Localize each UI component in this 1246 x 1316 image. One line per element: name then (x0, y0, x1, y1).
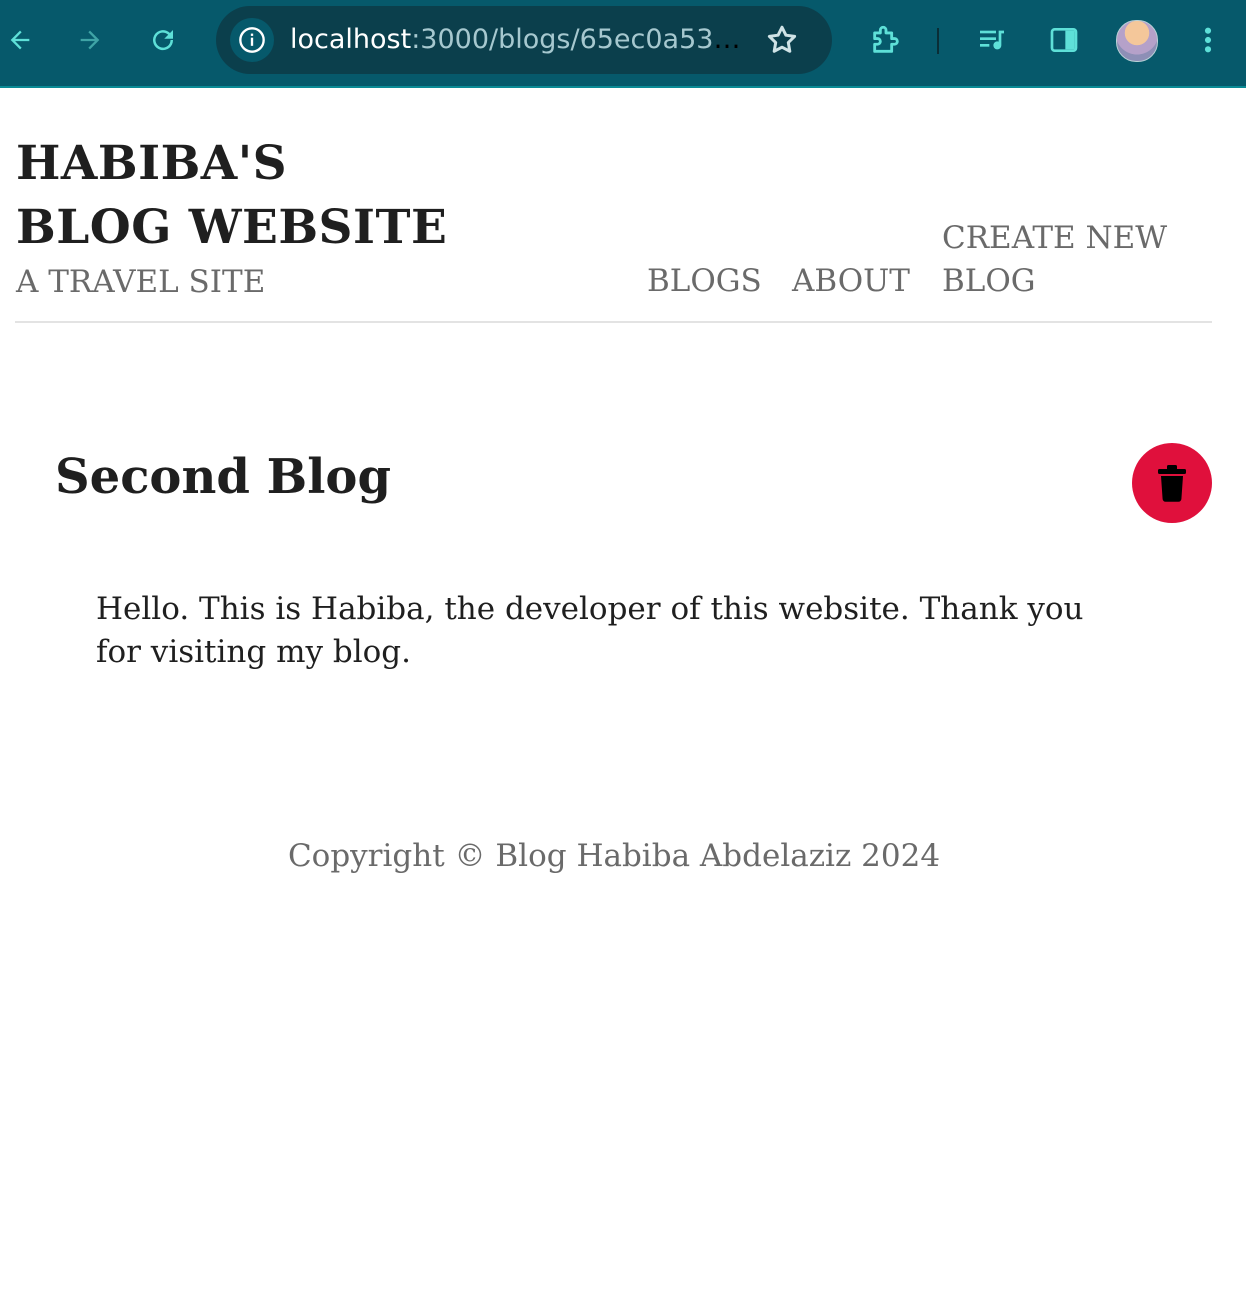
forward-icon[interactable] (70, 20, 110, 60)
back-icon[interactable] (0, 20, 40, 60)
nav-link-about[interactable]: ABOUT (792, 260, 910, 303)
profile-avatar[interactable] (1116, 20, 1158, 62)
media-control-icon[interactable] (972, 20, 1012, 60)
bookmark-star-icon[interactable] (764, 22, 800, 62)
nav-link-create-new-blog[interactable]: CREATE NEW BLOG (942, 217, 1172, 303)
url-text[interactable]: localhost:3000/blogs/65ec0a53718... (290, 24, 750, 56)
trash-icon (1158, 465, 1186, 502)
header-divider (15, 321, 1212, 323)
blog-title: Second Blog (55, 449, 391, 505)
menu-kebab-icon[interactable] (1188, 20, 1228, 60)
reload-icon[interactable] (143, 20, 183, 60)
side-panel-icon[interactable] (1044, 20, 1084, 60)
site-title: HABIBA'S BLOG WEBSITE (16, 136, 448, 255)
extensions-icon[interactable] (866, 20, 906, 60)
site-info-icon[interactable] (230, 18, 274, 62)
nav-link-blogs[interactable]: BLOGS (647, 260, 762, 303)
url-host: localhost (290, 24, 412, 55)
toolbar-divider (937, 28, 939, 54)
url-path: :3000/blogs/65ec0a53718... (411, 24, 750, 55)
site-subtitle: A TRAVEL SITE (16, 264, 266, 300)
delete-blog-button[interactable] (1132, 443, 1212, 523)
blog-body: Hello. This is Habiba, the developer of … (96, 591, 1084, 670)
address-bar[interactable]: localhost:3000/blogs/65ec0a53718... (216, 6, 832, 74)
footer-copyright: Copyright © Blog Habiba Abdelaziz 2024 (287, 838, 941, 874)
browser-toolbar: localhost:3000/blogs/65ec0a53718... (0, 0, 1246, 88)
